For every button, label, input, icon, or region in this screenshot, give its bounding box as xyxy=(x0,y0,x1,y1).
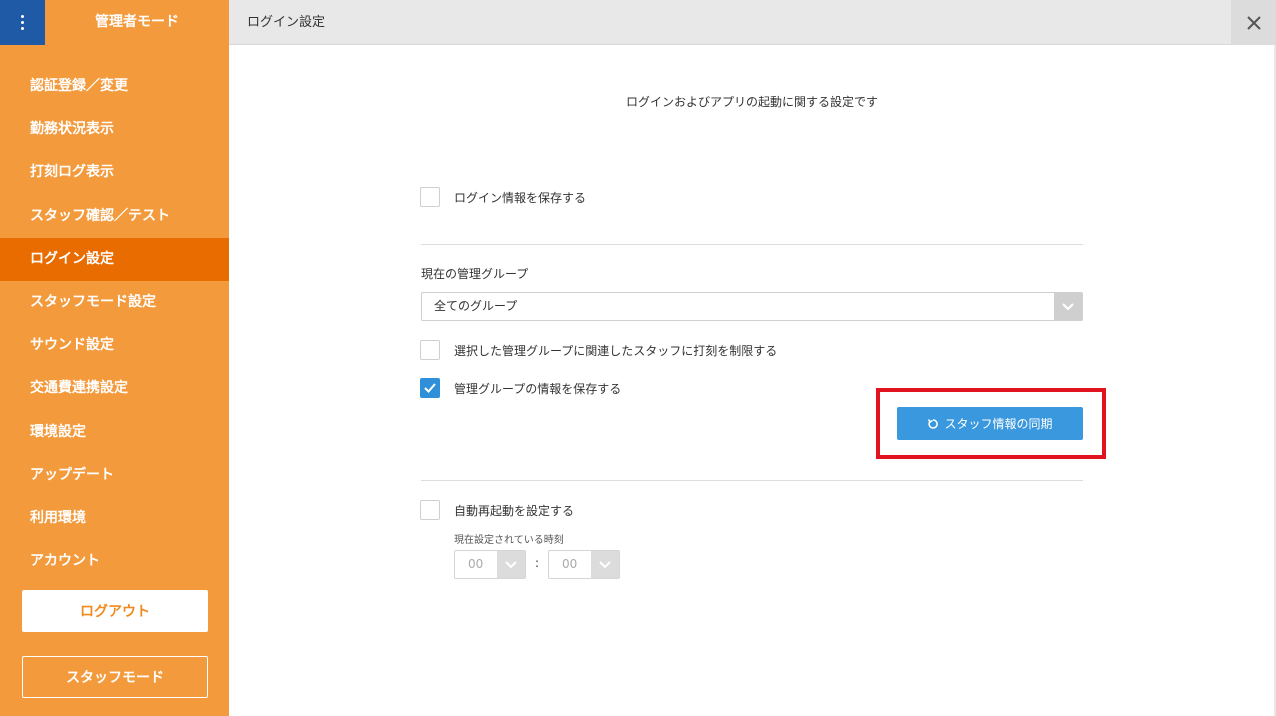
settings-description: ログインおよびアプリの起動に関する設定です xyxy=(625,95,878,109)
sync-button-label: スタッフ情報の同期 xyxy=(944,417,1053,431)
auto-restart-label: 自動再起動を設定する xyxy=(454,503,575,518)
page-title: ログイン設定 xyxy=(247,15,326,30)
refresh-icon xyxy=(928,418,939,429)
auto-restart-checkbox[interactable] xyxy=(420,500,440,520)
sidebar-item-transport-settings[interactable]: 交通費連携設定 xyxy=(0,367,229,410)
save-login-label: ログイン情報を保存する xyxy=(454,190,587,205)
sidebar-item-environment-settings[interactable]: 環境設定 xyxy=(0,411,229,454)
hour-value: 00 xyxy=(468,557,484,571)
sidebar-item-usage-environment[interactable]: 利用環境 xyxy=(0,497,229,540)
app-title: 管理者モード xyxy=(95,14,179,30)
sidebar-item-account[interactable]: アカウント xyxy=(0,540,229,583)
restrict-label: 選択した管理グループに関連したスタッフに打刻を制限する xyxy=(454,343,778,358)
menu-toggle-button[interactable] xyxy=(0,0,45,45)
save-group-option[interactable]: 管理グループの情報を保存する xyxy=(420,378,621,398)
time-label: 現在設定されている時刻 xyxy=(454,535,564,546)
restrict-checkbox[interactable] xyxy=(420,340,440,360)
divider xyxy=(421,244,1083,245)
staff-mode-button[interactable]: スタッフモード xyxy=(22,656,208,698)
sidebar-item-login-settings[interactable]: ログイン設定 xyxy=(0,237,229,281)
minute-select[interactable]: 00 xyxy=(548,550,620,579)
chevron-down-icon xyxy=(591,551,619,578)
sidebar-item-work-status[interactable]: 勤務状況表示 xyxy=(0,108,229,151)
save-login-option[interactable]: ログイン情報を保存する xyxy=(420,187,586,207)
save-group-label: 管理グループの情報を保存する xyxy=(454,381,622,396)
close-icon xyxy=(1246,15,1261,30)
sidebar-item-sound-settings[interactable]: サウンド設定 xyxy=(0,324,229,367)
group-select[interactable]: 全てのグループ xyxy=(421,292,1083,321)
auto-restart-option[interactable]: 自動再起動を設定する xyxy=(420,500,574,520)
divider xyxy=(421,480,1083,481)
checkmark-icon xyxy=(424,383,436,393)
close-button[interactable] xyxy=(1231,0,1276,45)
sync-staff-button[interactable]: スタッフ情報の同期 xyxy=(897,407,1083,440)
sidebar-item-staff-check[interactable]: スタッフ確認／テスト xyxy=(0,195,229,238)
group-label: 現在の管理グループ xyxy=(421,267,529,281)
sidebar-header: 管理者モード xyxy=(0,0,229,45)
save-group-checkbox[interactable] xyxy=(420,378,440,398)
group-select-value: 全てのグループ xyxy=(434,299,518,313)
page-header: ログイン設定 xyxy=(229,0,1276,45)
sidebar-item-auth-registration[interactable]: 認証登録／変更 xyxy=(0,65,229,108)
chevron-down-icon xyxy=(497,551,525,578)
save-login-checkbox[interactable] xyxy=(420,187,440,207)
time-separator: : xyxy=(535,556,540,570)
sidebar: 管理者モード 認証登録／変更 勤務状況表示 打刻ログ表示 スタッフ確認／テスト … xyxy=(0,0,229,716)
sidebar-item-update[interactable]: アップデート xyxy=(0,454,229,497)
chevron-down-icon xyxy=(1054,293,1082,320)
vertical-dots-icon xyxy=(21,15,24,30)
logout-button[interactable]: ログアウト xyxy=(22,590,208,632)
minute-value: 00 xyxy=(562,557,578,571)
sidebar-nav: 認証登録／変更 勤務状況表示 打刻ログ表示 スタッフ確認／テスト ログイン設定 … xyxy=(0,65,229,583)
restrict-option[interactable]: 選択した管理グループに関連したスタッフに打刻を制限する xyxy=(420,340,777,360)
sidebar-item-staff-mode-settings[interactable]: スタッフモード設定 xyxy=(0,281,229,324)
sidebar-item-punch-log[interactable]: 打刻ログ表示 xyxy=(0,151,229,194)
hour-select[interactable]: 00 xyxy=(454,550,526,579)
